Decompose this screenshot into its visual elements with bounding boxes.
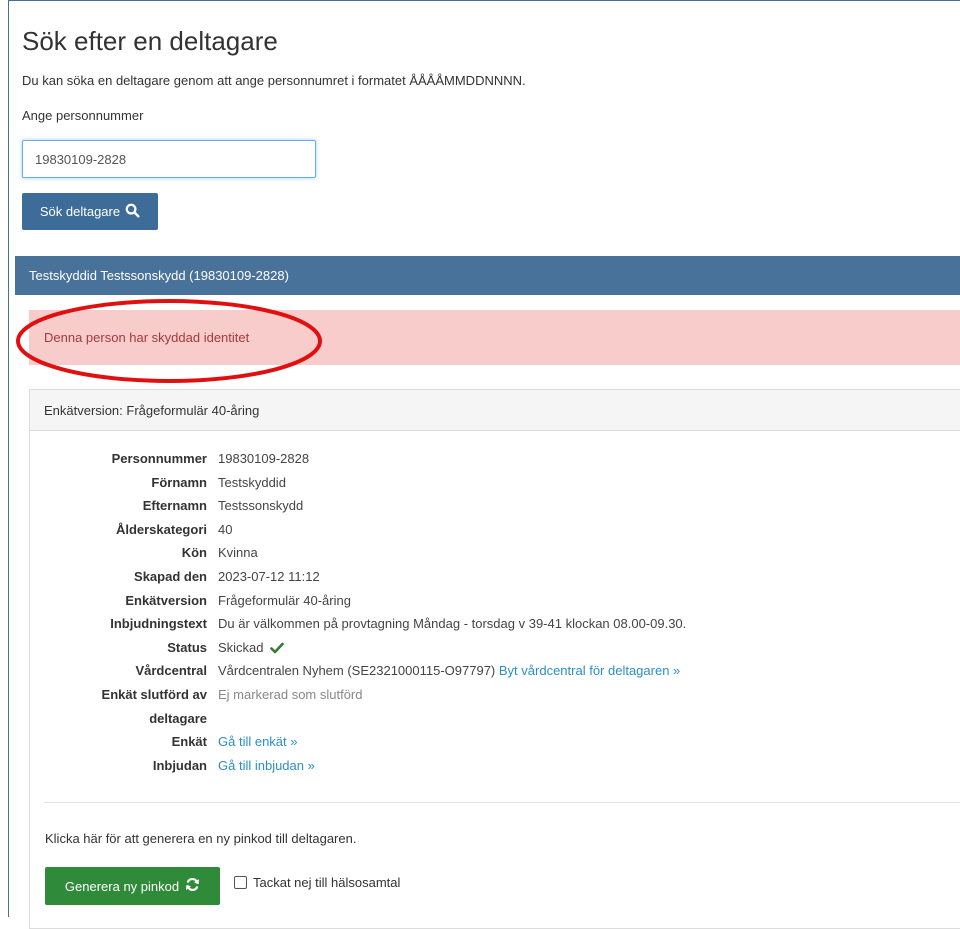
go-to-survey-link[interactable]: Gå till enkät »	[218, 734, 298, 749]
survey-card: Enkätversion: Frågeformulär 40-åring Per…	[29, 389, 960, 929]
detail-row-efternamn: Efternamn Testssonskydd	[30, 494, 686, 518]
detail-value: Frågeformulär 40-åring	[218, 592, 351, 608]
detail-row-fornamn: Förnamn Testskyddid	[30, 471, 686, 495]
declined-consultation-label: Tackat nej till hälsosamtal	[253, 875, 401, 890]
search-icon	[125, 203, 140, 221]
detail-value: Testskyddid	[218, 474, 286, 490]
detail-key: Enkät	[171, 734, 207, 750]
generate-pin-label: Generera ny pinkod	[64, 878, 180, 894]
detail-value: Du är välkommen på provtagning Måndag - …	[218, 616, 687, 632]
page-title: Sök efter en deltagare	[22, 26, 278, 56]
detail-key: Efternamn	[142, 498, 207, 514]
generate-pin-button[interactable]: Generera ny pinkod	[45, 867, 220, 905]
declined-consultation-checkbox[interactable]	[234, 876, 247, 889]
detail-key: Personnummer	[111, 451, 207, 466]
detail-key: Vårdcentral	[135, 663, 207, 679]
detail-value: Vårdcentralen Nyhem (SE2321000115-O97797…	[218, 659, 680, 683]
participant-panel-header: Testskyddid Testssonskydd (19830109-2828…	[15, 256, 960, 295]
detail-key: Förnamn	[151, 474, 207, 490]
alert-text: Denna person har skyddad identitet	[44, 330, 250, 345]
detail-row-skapad: Skapad den 2023-07-12 11:12	[30, 565, 686, 589]
vardcentral-value: Vårdcentralen Nyhem (SE2321000115-O97797…	[218, 663, 496, 679]
declined-consultation-option[interactable]: Tackat nej till hälsosamtal	[234, 875, 400, 890]
refresh-icon	[185, 877, 200, 895]
detail-value: Skickad	[218, 636, 284, 660]
detail-row-personnummer: Personnummer 19830109-2828	[30, 447, 686, 471]
detail-value: Kvinna	[218, 545, 258, 561]
detail-value: 19830109-2828	[218, 451, 310, 466]
survey-version-title: Enkätversion: Frågeformulär 40-åring	[44, 402, 260, 418]
go-to-invitation-link[interactable]: Gå till inbjudan »	[218, 758, 315, 773]
survey-card-header: Enkätversion: Frågeformulär 40-åring	[30, 390, 960, 431]
detail-key: Inbjudningstext	[110, 616, 207, 632]
detail-row-inbjudningstext: Inbjudningstext Du är välkommen på provt…	[30, 612, 686, 636]
detail-key: Kön	[181, 545, 207, 561]
detail-row-slutford: Enkät slutförd av Ej markerad som slutfö…	[30, 683, 686, 707]
divider	[44, 802, 960, 803]
personnummer-label: Ange personnummer	[22, 108, 144, 123]
detail-row-vardcentral: Vårdcentral Vårdcentralen Nyhem (SE23210…	[30, 659, 686, 683]
detail-key: Inbjudan	[152, 757, 207, 773]
detail-key: Skapad den	[134, 568, 207, 584]
detail-row-status: Status Skickad	[30, 636, 686, 660]
pin-instructions: Klicka här för att generera en ny pinkod…	[45, 831, 357, 846]
status-value: Skickad	[218, 639, 264, 655]
detail-key: Enkät slutförd av	[101, 686, 207, 702]
detail-row-slutford-cont: deltagare	[30, 707, 686, 731]
participant-panel-title: Testskyddid Testssonskydd (19830109-2828…	[29, 268, 289, 283]
detail-value: Ej markerad som slutförd	[218, 686, 363, 702]
participant-details: Personnummer 19830109-2828 Förnamn Tests…	[30, 447, 687, 778]
protected-identity-alert: Denna person har skyddad identitet	[29, 310, 960, 365]
checkmark-icon	[270, 643, 284, 654]
detail-key: Enkätversion	[125, 592, 207, 608]
detail-value: 40	[218, 521, 233, 537]
detail-row-kon: Kön Kvinna	[30, 541, 686, 565]
detail-key: Status	[167, 639, 207, 655]
page-description: Du kan söka en deltagare genom att ange …	[22, 73, 526, 88]
detail-value: Testssonskydd	[218, 498, 304, 514]
detail-row-inbjudan: Inbjudan Gå till inbjudan »	[30, 754, 686, 778]
detail-key: deltagare	[149, 710, 207, 726]
detail-value: 2023-07-12 11:12	[218, 568, 320, 584]
personnummer-input[interactable]	[22, 140, 316, 178]
detail-row-alderskategori: Ålderskategori 40	[30, 518, 686, 542]
detail-row-enkat: Enkät Gå till enkät »	[30, 730, 686, 754]
search-button-label: Sök deltagare	[39, 204, 121, 219]
detail-row-enkatversion: Enkätversion Frågeformulär 40-åring	[30, 589, 686, 613]
change-vardcentral-link[interactable]: Byt vårdcentral för deltagaren »	[499, 663, 680, 678]
detail-key: Ålderskategori	[115, 521, 207, 537]
search-button[interactable]: Sök deltagare	[22, 193, 158, 230]
